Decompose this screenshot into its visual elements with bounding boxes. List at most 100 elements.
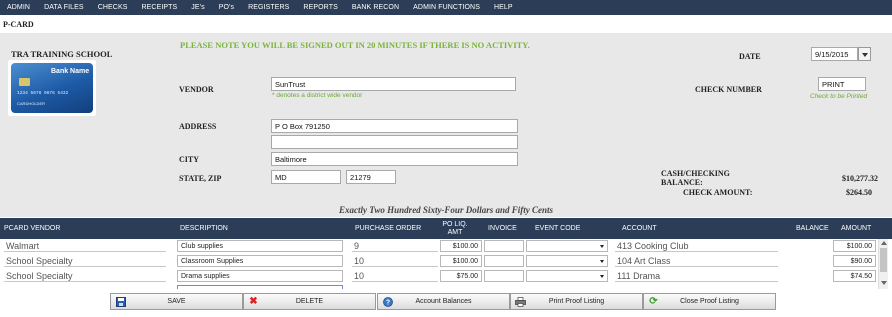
account-balances-button[interactable]: ? Account Balances — [377, 293, 510, 310]
row-po-liq-amt-field[interactable]: $75.00 — [440, 270, 482, 282]
info-circle-icon: ? — [382, 296, 393, 307]
close-proof-listing-button-label: Close Proof Listing — [680, 298, 739, 305]
card-chip-icon — [19, 78, 30, 86]
menu-item-reports[interactable]: REPORTS — [296, 4, 344, 11]
row-amount-field[interactable]: $90.00 — [833, 255, 876, 267]
menu-item-admin-functions[interactable]: ADMIN FUNCTIONS — [406, 4, 487, 11]
row-description-field[interactable]: Classroom Supplies — [177, 255, 343, 267]
column-header-account: ACCOUNT — [622, 224, 657, 232]
refresh-icon: ⟳ — [649, 296, 658, 307]
vendor-hint: * denotes a district wide vendor — [272, 92, 363, 99]
menu-item-bank-recon[interactable]: BANK RECON — [345, 4, 406, 11]
row-vendor-field[interactable]: School Specialty — [4, 270, 166, 282]
column-header-pcard-vendor: PCARD VENDOR — [4, 224, 61, 232]
check-number-label: CHECK NUMBER — [695, 85, 762, 94]
row-event-code-select[interactable] — [526, 270, 608, 282]
row-po-liq-amt-field[interactable]: $100.00 — [440, 255, 482, 267]
menu-item-checks[interactable]: CHECKS — [91, 4, 135, 11]
row-amount-field[interactable]: $74.50 — [833, 270, 876, 282]
row-purchase-order-field[interactable]: 9 — [352, 240, 438, 252]
print-proof-listing-button[interactable]: Print Proof Listing — [510, 293, 643, 310]
main-menu-bar: ADMIN DATA FILES CHECKS RECEIPTS JE's PO… — [0, 0, 892, 15]
column-header-amount: AMOUNT — [841, 224, 872, 232]
zip-field[interactable]: 21279 — [346, 170, 396, 184]
vendor-field[interactable]: SunTrust — [271, 77, 516, 91]
row-vendor-field[interactable]: School Specialty — [4, 255, 166, 267]
menu-item-registers[interactable]: REGISTERS — [241, 4, 296, 11]
check-number-hint: Check to be Printed — [810, 93, 868, 100]
table-row: Walmart Club supplies 9 $100.00 413 Cook… — [0, 239, 892, 253]
grid-scrollbar[interactable] — [878, 239, 888, 289]
account-balances-button-label: Account Balances — [415, 298, 472, 305]
scroll-thumb[interactable] — [880, 248, 887, 272]
save-button-label: SAVE — [167, 298, 186, 305]
row-purchase-order-field[interactable]: 10 — [352, 270, 438, 282]
card-holder: CARDHOLDER — [17, 101, 46, 106]
cash-balance-label: CASH/CHECKING BALANCE: — [661, 169, 730, 187]
delete-button[interactable]: ✖ DELETE — [243, 293, 376, 310]
card-brand-name: Bank Name — [51, 68, 90, 75]
date-field[interactable]: 9/15/2015 — [811, 47, 858, 61]
row-account-field[interactable]: 111 Drama — [615, 270, 778, 282]
menu-item-jes[interactable]: JE's — [184, 4, 211, 11]
cash-balance-value: $10,277.32 — [842, 174, 878, 183]
row-po-liq-amt-field[interactable]: $100.00 — [440, 240, 482, 252]
row-event-code-select[interactable] — [526, 240, 608, 252]
row-description-field[interactable]: Club supplies — [177, 240, 343, 252]
row-account-field[interactable]: 413 Cooking Club — [615, 240, 778, 252]
red-x-icon: ✖ — [249, 296, 258, 307]
row-amount-field[interactable]: $100.00 — [833, 240, 876, 252]
school-name: TRA TRAINING SCHOOL — [11, 49, 113, 59]
table-row: School Specialty Drama supplies 10 $75.0… — [0, 269, 892, 283]
vendor-label: VENDOR — [179, 85, 214, 94]
delete-button-label: DELETE — [295, 298, 324, 305]
printer-icon — [515, 296, 526, 307]
row-invoice-field[interactable] — [484, 255, 524, 267]
scroll-down-arrow-icon[interactable] — [881, 281, 887, 285]
address-label: ADDRESS — [179, 122, 217, 131]
row-event-code-select[interactable] — [526, 255, 608, 267]
address-line2-field[interactable] — [271, 135, 518, 149]
column-header-purchase-order: PURCHASE ORDER — [355, 224, 422, 232]
print-proof-listing-button-label: Print Proof Listing — [548, 298, 605, 305]
column-header-po-liq-amt: PO LIQ. AMT — [442, 220, 468, 236]
row-invoice-field[interactable] — [484, 270, 524, 282]
line-items-header: PCARD VENDOR DESCRIPTION PURCHASE ORDER … — [0, 218, 892, 239]
svg-text:?: ? — [385, 299, 389, 306]
city-field[interactable]: Baltimore — [271, 152, 518, 166]
action-button-bar: SAVE ✖ DELETE ? Account Balances Print P… — [0, 289, 892, 317]
check-amount-label: CHECK AMOUNT: — [683, 188, 753, 197]
column-header-balance: BALANCE — [796, 224, 829, 232]
card-number: 1234 5678 9876 5432 — [17, 91, 69, 96]
row-vendor-field[interactable]: Walmart — [4, 240, 166, 252]
save-button[interactable]: SAVE — [110, 293, 243, 310]
close-proof-listing-button[interactable]: ⟳ Close Proof Listing — [643, 293, 776, 310]
menu-item-pos[interactable]: PO's — [212, 4, 241, 11]
menu-item-admin[interactable]: ADMIN — [0, 4, 37, 11]
row-purchase-order-field[interactable]: 10 — [352, 255, 438, 267]
state-zip-label: STATE, ZIP — [179, 174, 222, 183]
page-title: P-CARD — [3, 20, 34, 29]
row-account-field[interactable]: 104 Art Class — [615, 255, 778, 267]
check-amount-value: $264.50 — [846, 188, 872, 197]
menu-item-help[interactable]: HELP — [487, 4, 520, 11]
date-dropdown-button[interactable] — [858, 47, 871, 61]
credit-card-image: Bank Name 1234 5678 9876 5432 CARDHOLDER — [8, 60, 96, 116]
floppy-disk-icon — [115, 296, 126, 307]
session-timeout-notice: PLEASE NOTE YOU WILL BE SIGNED OUT IN 20… — [180, 40, 530, 50]
row-description-field[interactable]: Drama supplies — [177, 270, 343, 282]
city-label: CITY — [179, 155, 200, 164]
scroll-up-arrow-icon[interactable] — [881, 241, 887, 245]
column-header-invoice: INVOICE — [488, 224, 517, 232]
row-invoice-field[interactable] — [484, 240, 524, 252]
state-field[interactable]: MD — [271, 170, 341, 184]
menu-item-receipts[interactable]: RECEIPTS — [134, 4, 184, 11]
date-label: DATE — [739, 52, 761, 61]
address-line1-field[interactable]: P O Box 791250 — [271, 119, 518, 133]
amount-in-words: Exactly Two Hundred Sixty-Four Dollars a… — [339, 205, 553, 215]
credit-card-face: Bank Name 1234 5678 9876 5432 CARDHOLDER — [11, 63, 93, 113]
line-items-grid: Walmart Club supplies 9 $100.00 413 Cook… — [0, 239, 892, 289]
check-number-field[interactable]: PRINT — [818, 77, 866, 91]
menu-item-data-files[interactable]: DATA FILES — [37, 4, 91, 11]
column-header-description: DESCRIPTION — [180, 224, 228, 232]
